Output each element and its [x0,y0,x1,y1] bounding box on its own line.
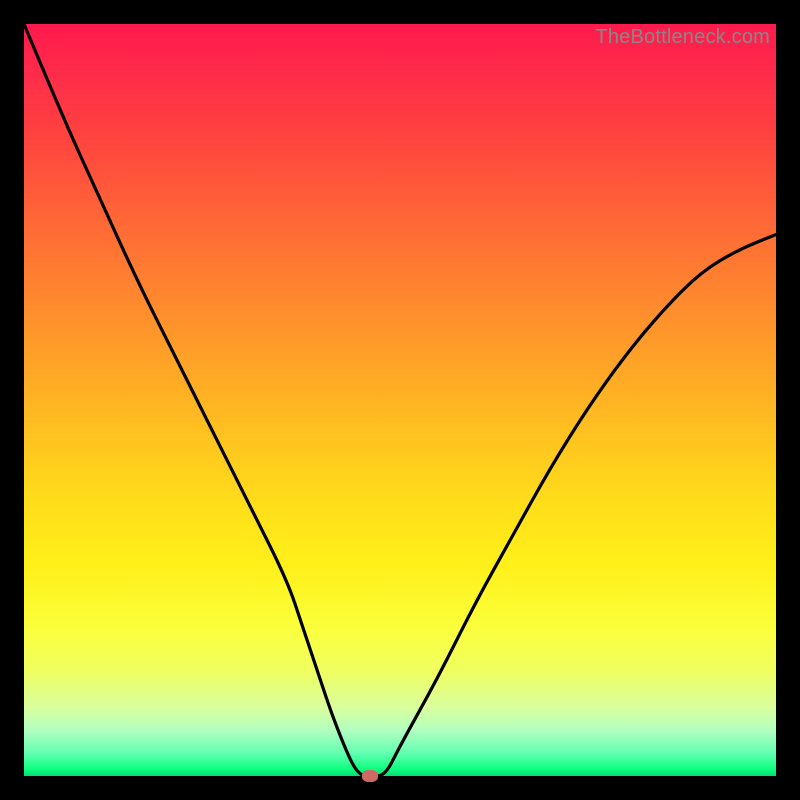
chart-frame: TheBottleneck.com [0,0,800,800]
optimal-marker [362,770,378,782]
bottleneck-curve [24,24,776,776]
plot-area: TheBottleneck.com [24,24,776,776]
